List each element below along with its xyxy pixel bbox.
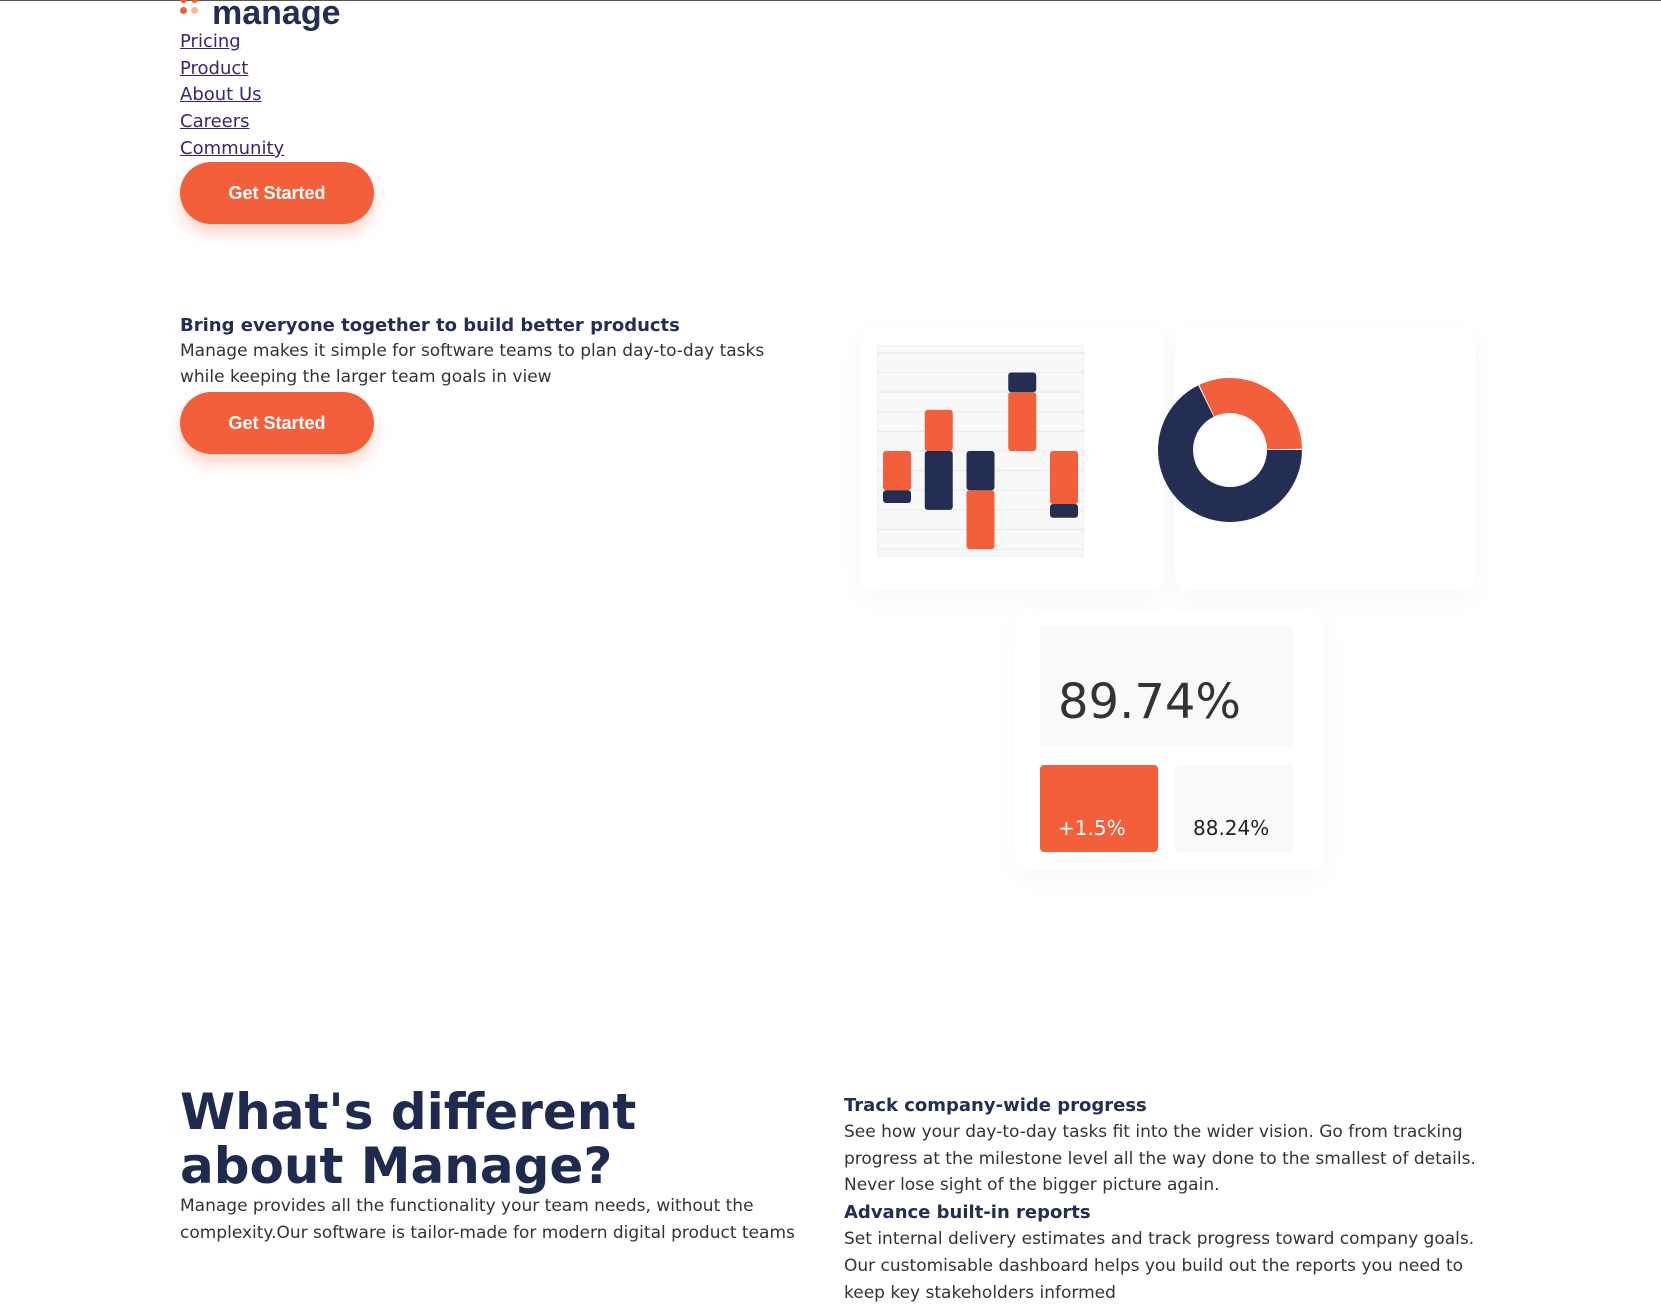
change-stat-tile: +1.5% — [1040, 765, 1158, 852]
difference-title: What's different about Manage? — [180, 1083, 637, 1195]
nav-link-careers[interactable]: Careers — [180, 109, 284, 136]
nav-link-product[interactable]: Product — [180, 56, 284, 83]
bar-segment-orange — [1008, 392, 1037, 451]
bar-segment-orange — [883, 451, 911, 491]
bar-segment-orange — [966, 490, 995, 550]
difference-text: Manage provides all the functionality yo… — [180, 1196, 795, 1243]
bar-chart — [877, 345, 1084, 557]
nav-link-pricing[interactable]: Pricing — [180, 29, 284, 56]
feature-text: See how your day-to-day tasks fit into t… — [844, 1122, 1476, 1196]
bar-segment-navy — [966, 451, 995, 491]
bar-segment-navy — [883, 490, 911, 504]
bar-segment-navy — [924, 451, 953, 510]
change-stat-value: +1.5% — [1058, 816, 1126, 840]
hero-text: Manage makes it simple for software team… — [180, 341, 765, 387]
nav-link-community[interactable]: Community — [180, 136, 284, 163]
logo-wordmark: manage — [212, 0, 341, 32]
donut-slice-orange — [1199, 378, 1302, 450]
feature-text: Set internal delivery estimates and trac… — [844, 1229, 1475, 1303]
bar-segment-orange — [1050, 451, 1078, 504]
bar-segment-navy — [1050, 504, 1078, 518]
donut-chart — [1158, 378, 1302, 522]
bar-segment-orange — [924, 409, 953, 451]
previous-stat-tile: 88.24% — [1175, 765, 1293, 852]
previous-stat-value: 88.24% — [1193, 816, 1270, 840]
main-stat-value: 89.74% — [1058, 674, 1242, 730]
hero-title: Bring everyone together to build better … — [180, 315, 680, 336]
logo[interactable]: manage — [180, 0, 341, 30]
bar-segment-navy — [1008, 372, 1037, 393]
main-nav: Pricing Product About Us Careers Communi… — [180, 29, 284, 163]
nav-get-started-button[interactable]: Get Started — [180, 162, 374, 224]
features-list: Track company-wide progress See how your… — [844, 1092, 1484, 1306]
hero-get-started-button[interactable]: Get Started — [180, 392, 374, 454]
feature-title: Advance built-in reports — [844, 1202, 1091, 1224]
logo-dots-icon — [180, 0, 202, 18]
nav-link-about-us[interactable]: About Us — [180, 82, 284, 109]
main-stat-tile: 89.74% — [1040, 626, 1293, 746]
feature-title: Track company-wide progress — [844, 1095, 1147, 1116]
